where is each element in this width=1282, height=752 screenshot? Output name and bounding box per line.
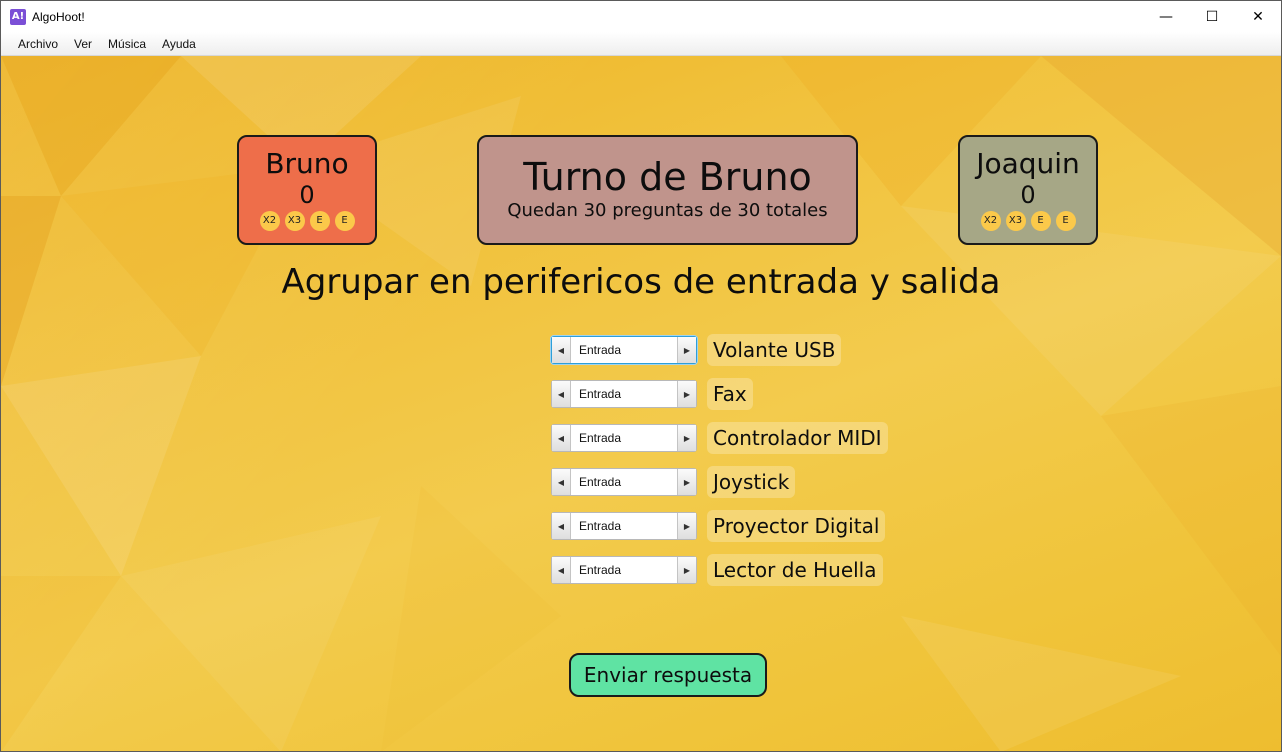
powerup-x3-button[interactable]: X3 [284, 211, 305, 231]
group-row: ◀ Entrada ▶ Proyector Digital [551, 510, 886, 542]
group-row: ◀ Entrada ▶ Joystick [551, 466, 796, 498]
group-spinner[interactable]: ◀ Entrada ▶ [551, 336, 697, 364]
menu-musica[interactable]: Música [100, 37, 154, 51]
spinner-value: Entrada [579, 475, 622, 489]
submit-answer-button[interactable]: Enviar respuesta [569, 653, 767, 697]
minimize-icon[interactable]: — [1143, 1, 1189, 32]
item-label: Fax [707, 378, 753, 410]
arrow-left-icon[interactable]: ◀ [552, 557, 571, 583]
item-label: Volante USB [707, 334, 842, 366]
player-name: Joaquin [976, 147, 1080, 180]
app-logo-icon: A! [10, 8, 26, 25]
powerup-x2-button[interactable]: X2 [259, 211, 280, 231]
question-text: Agrupar en perifericos de entrada y sali… [281, 262, 1001, 302]
group-row: ◀ Entrada ▶ Volante USB [551, 334, 842, 366]
item-label: Proyector Digital [707, 510, 886, 542]
item-label: Lector de Huella [707, 554, 883, 586]
player-card-joaquin: Joaquin 0 X2 X3 E E [958, 135, 1098, 245]
app-window: A! AlgoHoot! — ☐ ✕ Archivo Ver Música Ay… [0, 0, 1282, 752]
arrow-right-icon[interactable]: ▶ [677, 337, 696, 363]
powerup-exclusive-button[interactable]: E [1055, 211, 1076, 231]
spinner-value: Entrada [579, 519, 622, 533]
player-score: 0 [1020, 181, 1036, 209]
group-row: ◀ Entrada ▶ Fax [551, 378, 753, 410]
player-name: Bruno [265, 147, 349, 180]
spinner-value: Entrada [579, 563, 622, 577]
menu-ver[interactable]: Ver [66, 37, 100, 51]
powerup-x2-button[interactable]: X2 [980, 211, 1001, 231]
powerup-x3-button[interactable]: X3 [1005, 211, 1026, 231]
arrow-right-icon[interactable]: ▶ [677, 425, 696, 451]
arrow-left-icon[interactable]: ◀ [552, 425, 571, 451]
item-label: Controlador MIDI [707, 422, 888, 454]
menu-archivo[interactable]: Archivo [10, 37, 66, 51]
window-controls: — ☐ ✕ [1143, 1, 1281, 32]
powerup-exclusive-button[interactable]: E [334, 211, 355, 231]
arrow-right-icon[interactable]: ▶ [677, 557, 696, 583]
arrow-left-icon[interactable]: ◀ [552, 513, 571, 539]
group-spinner[interactable]: ◀ Entrada ▶ [551, 512, 697, 540]
group-spinner[interactable]: ◀ Entrada ▶ [551, 556, 697, 584]
arrow-right-icon[interactable]: ▶ [677, 381, 696, 407]
turn-title: Turno de Bruno [523, 155, 812, 199]
spinner-value: Entrada [579, 387, 622, 401]
menu-ayuda[interactable]: Ayuda [154, 37, 204, 51]
arrow-left-icon[interactable]: ◀ [552, 469, 571, 495]
powerups: X2 X3 E E [960, 211, 1096, 231]
player-card-bruno: Bruno 0 X2 X3 E E [237, 135, 377, 245]
title-bar: A! AlgoHoot! — ☐ ✕ [1, 1, 1281, 32]
turn-card: Turno de Bruno Quedan 30 preguntas de 30… [477, 135, 858, 245]
group-spinner[interactable]: ◀ Entrada ▶ [551, 424, 697, 452]
powerups: X2 X3 E E [239, 211, 375, 231]
item-label: Joystick [707, 466, 796, 498]
player-score: 0 [299, 181, 315, 209]
group-spinner[interactable]: ◀ Entrada ▶ [551, 380, 697, 408]
game-area: Bruno 0 X2 X3 E E Turno de Bruno Quedan … [1, 56, 1281, 751]
powerup-exclusive-button[interactable]: E [1030, 211, 1051, 231]
group-row: ◀ Entrada ▶ Lector de Huella [551, 554, 883, 586]
arrow-left-icon[interactable]: ◀ [552, 381, 571, 407]
group-spinner[interactable]: ◀ Entrada ▶ [551, 468, 697, 496]
spinner-value: Entrada [579, 431, 622, 445]
maximize-icon[interactable]: ☐ [1189, 1, 1235, 32]
powerup-exclusive-button[interactable]: E [309, 211, 330, 231]
arrow-right-icon[interactable]: ▶ [677, 469, 696, 495]
arrow-right-icon[interactable]: ▶ [677, 513, 696, 539]
questions-remaining: Quedan 30 preguntas de 30 totales [507, 200, 828, 221]
spinner-value: Entrada [579, 343, 622, 357]
menu-bar: Archivo Ver Música Ayuda [1, 32, 1281, 56]
window-title: AlgoHoot! [32, 9, 85, 24]
group-row: ◀ Entrada ▶ Controlador MIDI [551, 422, 888, 454]
close-icon[interactable]: ✕ [1235, 1, 1281, 32]
arrow-left-icon[interactable]: ◀ [552, 337, 571, 363]
